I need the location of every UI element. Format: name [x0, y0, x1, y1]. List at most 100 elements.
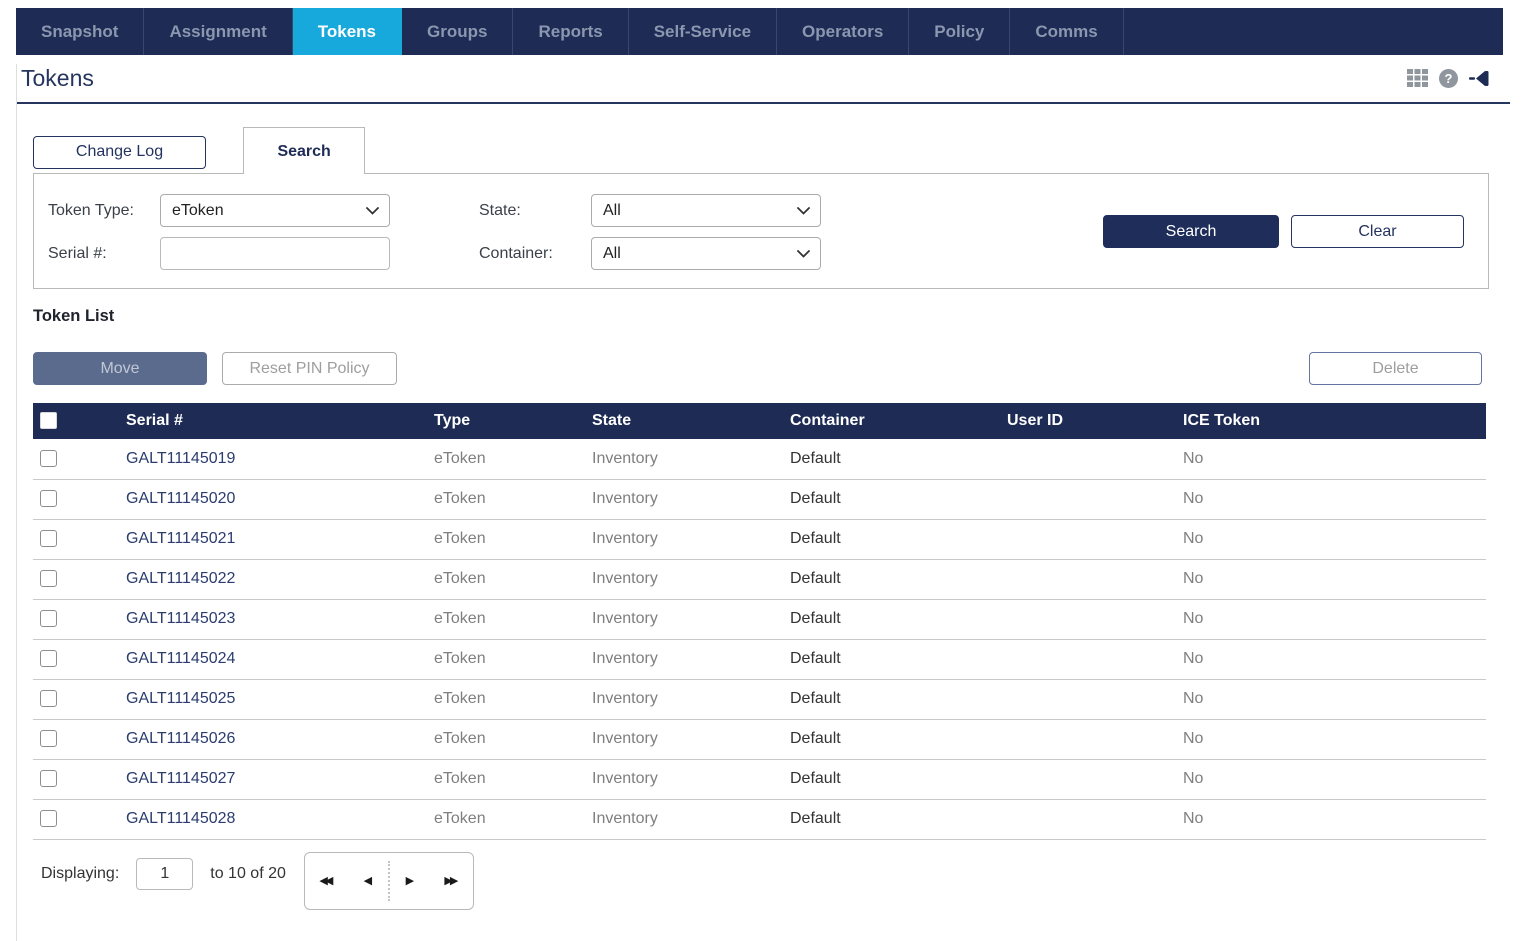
tab-assignment[interactable]: Assignment	[144, 8, 292, 55]
type-cell: eToken	[434, 599, 592, 639]
container-cell: Default	[790, 479, 1007, 519]
token-type-label: Token Type:	[48, 202, 160, 220]
displaying-label: Displaying:	[41, 865, 119, 883]
title-divider	[16, 102, 1510, 104]
token-list-actions: Move Reset PIN Policy Delete	[33, 352, 1482, 385]
serial-link[interactable]: GALT11145028	[126, 799, 434, 839]
serial-link[interactable]: GALT11145022	[126, 559, 434, 599]
serial-link[interactable]: GALT11145027	[126, 759, 434, 799]
first-page-button[interactable]: ◀◀	[305, 853, 348, 909]
type-cell: eToken	[434, 799, 592, 839]
tab-groups[interactable]: Groups	[402, 8, 513, 55]
user-id-cell	[1007, 599, 1183, 639]
row-checkbox[interactable]	[40, 450, 57, 467]
pin-icon[interactable]	[1469, 70, 1494, 87]
title-icons: ?	[1407, 69, 1494, 88]
previous-page-icon: ◀	[364, 874, 372, 887]
table-row: GALT11145024 eToken Inventory Default No	[33, 639, 1486, 679]
ice-token-cell: No	[1183, 639, 1486, 679]
tab-policy[interactable]: Policy	[909, 8, 1010, 55]
row-checkbox[interactable]	[40, 770, 57, 787]
container-cell: Default	[790, 759, 1007, 799]
user-id-cell	[1007, 639, 1183, 679]
state-select[interactable]: All	[591, 194, 821, 227]
serial-link[interactable]: GALT11145019	[126, 439, 434, 479]
container-select-wrap: All	[591, 237, 821, 270]
row-checkbox[interactable]	[40, 730, 57, 747]
user-id-cell	[1007, 479, 1183, 519]
help-icon[interactable]: ?	[1439, 69, 1458, 88]
table-row: GALT11145019 eToken Inventory Default No	[33, 439, 1486, 479]
state-label: State:	[479, 202, 591, 220]
user-id-cell	[1007, 519, 1183, 559]
ice-token-cell: No	[1183, 599, 1486, 639]
state-cell: Inventory	[592, 559, 790, 599]
row-checkbox[interactable]	[40, 610, 57, 627]
clear-button[interactable]: Clear	[1291, 215, 1464, 248]
last-page-button[interactable]: ▶▶	[430, 853, 473, 909]
row-checkbox[interactable]	[40, 810, 57, 827]
table-row: GALT11145025 eToken Inventory Default No	[33, 679, 1486, 719]
move-button[interactable]: Move	[33, 352, 207, 385]
state-cell: Inventory	[592, 719, 790, 759]
tab-reports[interactable]: Reports	[513, 8, 628, 55]
delete-button[interactable]: Delete	[1309, 352, 1482, 385]
row-checkbox[interactable]	[40, 530, 57, 547]
tab-snapshot[interactable]: Snapshot	[16, 8, 144, 55]
container-cell: Default	[790, 519, 1007, 559]
serial-link[interactable]: GALT11145024	[126, 639, 434, 679]
token-type-select[interactable]: eToken	[160, 194, 390, 227]
state-cell: Inventory	[592, 479, 790, 519]
main-nav: Snapshot Assignment Tokens Groups Report…	[16, 8, 1503, 55]
row-checkbox[interactable]	[40, 690, 57, 707]
row-checkbox[interactable]	[40, 650, 57, 667]
table-row: GALT11145022 eToken Inventory Default No	[33, 559, 1486, 599]
container-select[interactable]: All	[591, 237, 821, 270]
state-cell: Inventory	[592, 599, 790, 639]
next-page-button[interactable]: ▶	[390, 853, 430, 909]
search-button[interactable]: Search	[1103, 215, 1279, 248]
tab-comms[interactable]: Comms	[1010, 8, 1123, 55]
container-cell: Default	[790, 599, 1007, 639]
ice-token-cell: No	[1183, 759, 1486, 799]
user-id-cell	[1007, 559, 1183, 599]
select-all-checkbox[interactable]	[40, 412, 57, 429]
serial-input[interactable]	[160, 237, 390, 270]
container-cell: Default	[790, 639, 1007, 679]
serial-link[interactable]: GALT11145026	[126, 719, 434, 759]
type-cell: eToken	[434, 519, 592, 559]
reset-pin-policy-button[interactable]: Reset PIN Policy	[222, 352, 397, 385]
pager: ◀◀ ◀ ▶ ▶▶	[304, 852, 474, 910]
serial-link[interactable]: GALT11145021	[126, 519, 434, 559]
tab-tokens[interactable]: Tokens	[293, 8, 402, 55]
column-header-type: Type	[434, 403, 592, 439]
tab-self-service[interactable]: Self-Service	[629, 8, 777, 55]
search-actions: Search Clear	[1103, 215, 1464, 248]
previous-page-button[interactable]: ◀	[348, 853, 388, 909]
column-header-serial: Serial #	[126, 403, 434, 439]
state-cell: Inventory	[592, 799, 790, 839]
user-id-cell	[1007, 679, 1183, 719]
table-grid-icon[interactable]	[1407, 69, 1428, 88]
container-cell: Default	[790, 799, 1007, 839]
ice-token-cell: No	[1183, 519, 1486, 559]
row-checkbox[interactable]	[40, 490, 57, 507]
table-row: GALT11145026 eToken Inventory Default No	[33, 719, 1486, 759]
container-label: Container:	[479, 245, 591, 263]
search-panel: Token Type: eToken State: All Serial	[33, 173, 1489, 289]
row-checkbox[interactable]	[40, 570, 57, 587]
ice-token-cell: No	[1183, 679, 1486, 719]
type-cell: eToken	[434, 759, 592, 799]
page-title: Tokens	[21, 65, 94, 92]
user-id-cell	[1007, 759, 1183, 799]
ice-token-cell: No	[1183, 479, 1486, 519]
serial-link[interactable]: GALT11145023	[126, 599, 434, 639]
title-bar: Tokens ?	[0, 55, 1526, 100]
change-log-button[interactable]: Change Log	[33, 136, 206, 169]
tab-operators[interactable]: Operators	[777, 8, 909, 55]
page-number-input[interactable]	[136, 858, 193, 890]
tab-search[interactable]: Search	[243, 127, 364, 174]
serial-link[interactable]: GALT11145025	[126, 679, 434, 719]
serial-link[interactable]: GALT11145020	[126, 479, 434, 519]
state-cell: Inventory	[592, 679, 790, 719]
